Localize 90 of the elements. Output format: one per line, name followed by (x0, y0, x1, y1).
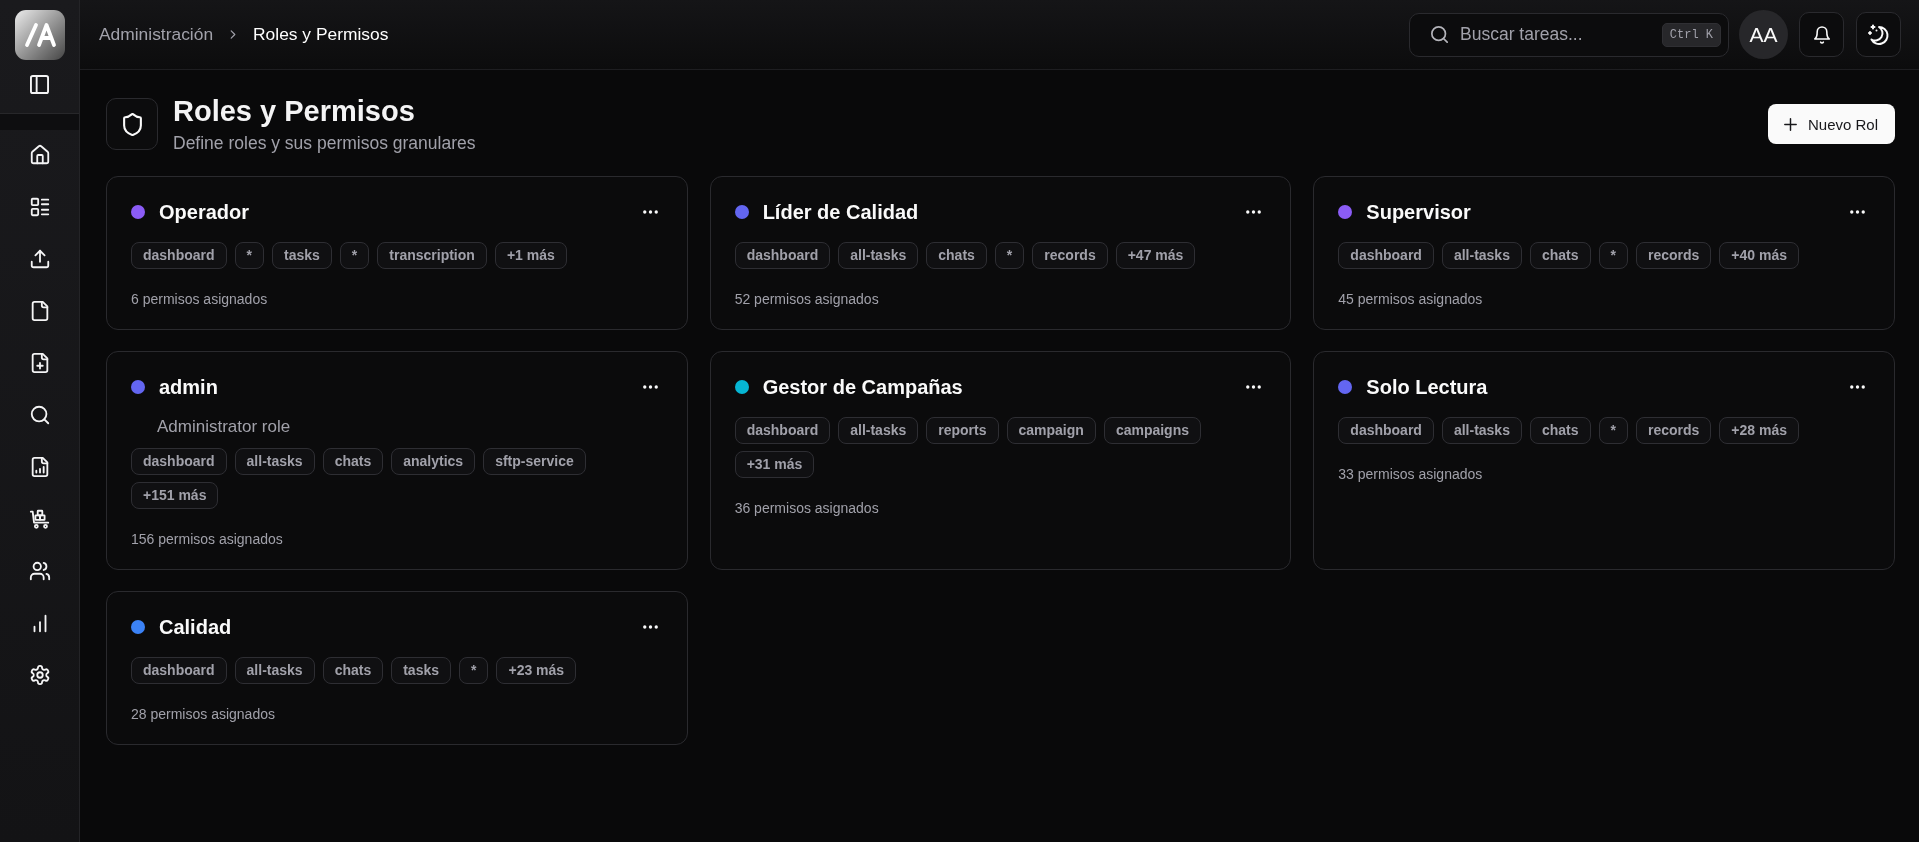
permission-tag: +40 más (1719, 242, 1799, 269)
search-field[interactable]: Buscar tareas... Ctrl K (1409, 12, 1729, 57)
avatar[interactable]: AA (1739, 10, 1788, 59)
page-subtitle: Define roles y sus permisos granulares (173, 132, 476, 154)
search-icon[interactable] (28, 404, 51, 426)
keyboard-shortcut: Ctrl K (1661, 22, 1721, 47)
role-title: Calidad (159, 615, 232, 639)
chevron-right-icon (230, 29, 237, 40)
permission-count: 36 permisos asignados (734, 499, 880, 517)
permission-tag: records (1636, 242, 1712, 269)
permission-count: 52 permisos asignados (734, 290, 880, 308)
theme-toggle-button[interactable] (1856, 12, 1901, 57)
list-icon[interactable] (28, 196, 51, 218)
permission-tag: all-tasks (234, 657, 315, 684)
panel-toggle-icon[interactable] (30, 75, 49, 94)
permission-tag: sftp-service (483, 448, 586, 475)
permission-tag: chats (926, 242, 987, 269)
shield-icon (106, 98, 158, 150)
permission-tag: * (1598, 242, 1628, 269)
permission-tag: +28 más (1719, 417, 1799, 444)
permission-tag: * (339, 242, 370, 269)
users-icon[interactable] (28, 560, 51, 582)
permission-tag: all-tasks (838, 417, 919, 444)
permission-count: 28 permisos asignados (131, 705, 276, 723)
permission-tag: tasks (391, 657, 451, 684)
permission-count: 6 permisos asignados (131, 290, 269, 308)
permission-tag: * (1598, 417, 1628, 444)
permission-tag: dashboard (131, 448, 227, 475)
role-title: Gestor de Campañas (762, 375, 963, 399)
moon-stars-icon (1867, 23, 1890, 46)
permission-tag: dashboard (1338, 242, 1434, 269)
permission-count: 45 permisos asignados (1338, 290, 1484, 308)
permission-tag: chats (322, 657, 384, 684)
more-icon[interactable] (1850, 385, 1865, 389)
permission-tag: dashboard (734, 242, 831, 269)
bell-icon (1813, 25, 1830, 44)
role-description: Administrator role (157, 416, 292, 438)
permission-tag: dashboard (1338, 417, 1434, 444)
permission-tag: analytics (391, 448, 476, 475)
more-icon[interactable] (642, 210, 658, 214)
permission-tag: chats (322, 448, 384, 475)
permission-count: 156 permisos asignados (131, 530, 284, 548)
cart-icon[interactable] (28, 508, 51, 530)
permission-tag: campaign (1006, 417, 1096, 444)
permission-tag: tasks (272, 242, 332, 269)
permission-tag: transcription (377, 242, 487, 269)
upload-icon[interactable] (28, 248, 51, 270)
more-icon[interactable] (1850, 210, 1865, 214)
settings-icon[interactable] (28, 664, 51, 686)
more-icon[interactable] (1246, 385, 1262, 389)
permission-tag: +31 más (734, 451, 815, 478)
search-icon (1431, 26, 1448, 43)
permission-tag: +1 más (494, 242, 567, 269)
permission-tag: all-tasks (234, 448, 315, 475)
permission-tag: +47 más (1115, 242, 1196, 269)
permission-tag: dashboard (734, 417, 831, 444)
permission-tag: all-tasks (838, 242, 919, 269)
more-icon[interactable] (1246, 210, 1262, 214)
permission-tag: dashboard (131, 242, 227, 269)
logo-icon (14, 10, 65, 60)
permission-tag: * (459, 657, 489, 684)
breadcrumb-link[interactable]: Administración (99, 24, 214, 45)
breadcrumb-current: Roles y Permisos (253, 24, 389, 45)
role-title: Operador (159, 200, 250, 224)
permission-tag: all-tasks (1441, 242, 1522, 269)
permission-count: 33 permisos asignados (1338, 465, 1484, 483)
permission-tag: +151 más (131, 482, 219, 509)
page-title: Roles y Permisos (173, 94, 415, 129)
permission-tag: records (1032, 242, 1108, 269)
notifications-button[interactable] (1799, 12, 1844, 57)
permission-tag: dashboard (131, 657, 227, 684)
permission-tag: campaigns (1103, 417, 1201, 444)
role-title: Solo Lectura (1366, 375, 1488, 399)
more-icon[interactable] (642, 625, 658, 629)
new-role-button[interactable]: Nuevo Rol (1767, 104, 1895, 144)
plus-icon (1783, 117, 1797, 131)
search-input[interactable]: Buscar tareas... (1460, 22, 1662, 47)
permission-tag: +23 más (496, 657, 577, 684)
role-title: Supervisor (1366, 200, 1471, 224)
permission-tag: chats (1529, 417, 1591, 444)
permission-tag: * (994, 242, 1025, 269)
role-title: admin (159, 375, 218, 399)
more-icon[interactable] (642, 385, 658, 389)
permission-tag: records (1636, 417, 1712, 444)
permission-tag: * (234, 242, 265, 269)
home-icon[interactable] (28, 144, 51, 166)
permission-tag: reports (926, 417, 999, 444)
permission-tag: chats (1529, 242, 1591, 269)
role-title: Líder de Calidad (762, 200, 919, 224)
permission-tag: all-tasks (1441, 417, 1522, 444)
